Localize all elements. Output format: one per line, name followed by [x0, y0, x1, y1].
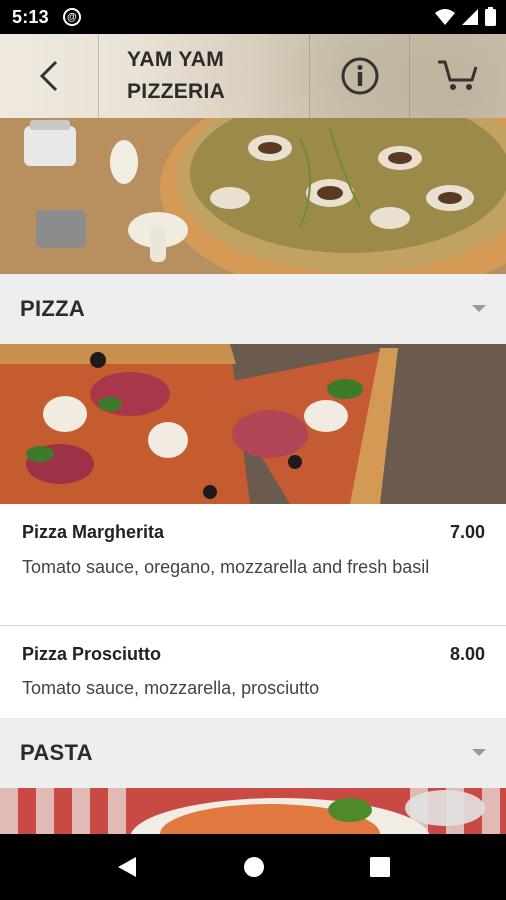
status-bar: 5:13 @ [0, 0, 506, 34]
battery-icon [485, 7, 496, 26]
back-button[interactable] [0, 34, 99, 118]
chevron-down-icon [472, 749, 486, 756]
cart-icon [438, 60, 478, 90]
signal-icon [462, 8, 478, 25]
section-header-pizza[interactable]: PIZZA [0, 274, 506, 344]
status-icons [435, 7, 496, 26]
section-header-pasta[interactable]: PASTA [0, 718, 506, 788]
item-price: 7.00 [449, 522, 485, 542]
item-description: Tomato sauce, mozzarella, prosciutto [22, 678, 320, 698]
item-description: Tomato sauce, oregano, mozzarella and fr… [22, 557, 430, 577]
nav-home-icon[interactable] [243, 855, 265, 879]
section-title: PIZZA [20, 296, 86, 321]
title-line1: YAM YAM [127, 48, 225, 71]
app-header: YAM YAM PIZZERIA [0, 34, 506, 118]
notification-icon: @ [62, 8, 81, 26]
menu-item-pizza-prosciutto[interactable]: Pizza Prosciutto 8.00 Tomato sauce, mozz… [0, 626, 506, 718]
menu-item-pizza-margherita[interactable]: Pizza Margherita 7.00 Tomato sauce, oreg… [0, 504, 506, 625]
status-time: 5:13 [12, 6, 49, 27]
back-arrow-icon [39, 60, 58, 92]
item-name: Pizza Margherita [22, 522, 165, 542]
system-nav-bar [0, 834, 506, 900]
restaurant-banner-image [0, 118, 506, 274]
nav-recents-icon[interactable] [369, 855, 391, 879]
pasta-category-image [0, 788, 506, 834]
pizza-category-image [0, 344, 506, 504]
item-price: 8.00 [449, 644, 485, 664]
info-button[interactable] [311, 34, 410, 118]
item-name: Pizza Prosciutto [22, 644, 162, 664]
title-line2: PIZZERIA [127, 80, 226, 103]
info-icon [341, 57, 379, 95]
nav-back-icon[interactable] [116, 855, 138, 879]
section-title: PASTA [20, 740, 93, 765]
cart-button[interactable] [410, 34, 506, 118]
wifi-icon [435, 8, 455, 25]
chevron-down-icon [472, 305, 486, 312]
page-title: YAM YAM PIZZERIA [99, 34, 310, 118]
